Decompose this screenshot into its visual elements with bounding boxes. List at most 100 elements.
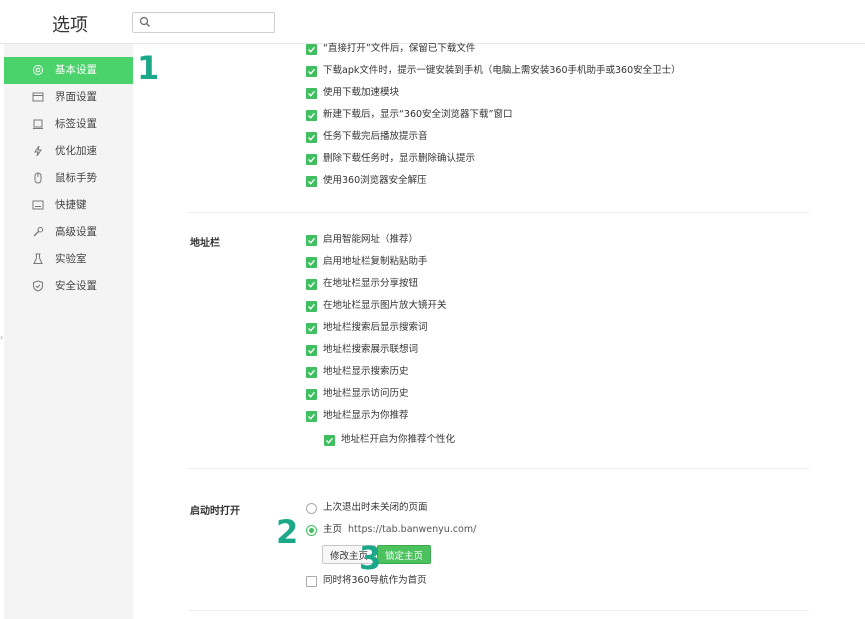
checkbox[interactable] — [306, 344, 317, 356]
sidebar-item-tab-settings[interactable]: 标签设置 — [4, 111, 133, 138]
tab-icon — [33, 119, 43, 129]
download-option-safe-unzip[interactable]: 使用360浏览器安全解压 — [306, 174, 427, 188]
option-label: 主页 — [323, 524, 343, 535]
checkbox[interactable] — [306, 109, 317, 121]
page-title: 选项 — [52, 15, 88, 36]
checkbox[interactable] — [306, 388, 317, 400]
option-label: 地址栏显示访问历史 — [323, 388, 409, 399]
option-label: 地址栏搜索展示联想词 — [323, 344, 419, 355]
search-icon — [139, 16, 150, 27]
checkbox[interactable] — [306, 575, 317, 587]
address-option-visit-history[interactable]: 地址栏显示访问历史 — [306, 387, 409, 401]
homepage-url: https://tab.banwenyu.com/ — [348, 524, 477, 535]
search-input[interactable] — [155, 14, 271, 31]
address-option-copy-paste[interactable]: 启用地址栏复制粘贴助手 — [306, 255, 428, 269]
sidebar-item-security[interactable]: 安全设置 — [4, 273, 133, 300]
mouse-icon — [34, 172, 42, 184]
option-label: 地址栏显示为你推荐 — [323, 410, 409, 421]
checkbox[interactable] — [306, 300, 317, 312]
address-option-magnifier[interactable]: 在地址栏显示图片放大镜开关 — [306, 299, 447, 313]
sidebar-item-label: 基本设置 — [55, 64, 97, 76]
option-label: 在地址栏显示分享按钮 — [323, 278, 419, 289]
address-option-search-term[interactable]: 地址栏搜索后显示搜索词 — [306, 321, 428, 335]
sidebar-item-label: 安全设置 — [55, 280, 97, 292]
gear-icon — [33, 65, 43, 75]
address-option-recommend-personalized[interactable]: 地址栏开启为你推荐个性化 — [324, 433, 455, 447]
checkbox[interactable] — [306, 410, 317, 422]
checkbox[interactable] — [306, 153, 317, 165]
sidebar-item-label: 快捷键 — [55, 199, 87, 211]
checkbox[interactable] — [306, 366, 317, 378]
sidebar-item-advanced[interactable]: 高级设置 — [4, 219, 133, 246]
checkbox[interactable] — [306, 175, 317, 187]
option-label: 删除下载任务时，显示删除确认提示 — [323, 153, 476, 164]
checkbox[interactable] — [306, 256, 317, 268]
option-label: 地址栏搜索后显示搜索词 — [323, 322, 428, 333]
checkbox[interactable] — [324, 434, 335, 446]
download-option-keep-file[interactable]: “直接打开”文件后，保留已下载文件 — [306, 42, 475, 56]
settings-content: “直接打开”文件后，保留已下载文件 下载apk文件时，提示一键安装到手机（电脑上… — [133, 42, 865, 619]
sidebar-item-basic-settings[interactable]: 基本设置 — [4, 57, 133, 84]
section-divider — [189, 212, 809, 213]
option-label: 使用下载加速模块 — [323, 87, 400, 98]
address-option-suggestions[interactable]: 地址栏搜索展示联想词 — [306, 343, 418, 357]
download-option-show-window[interactable]: 新建下载后，显示“360安全浏览器下载”窗口 — [306, 108, 512, 122]
download-option-accelerate[interactable]: 使用下载加速模块 — [306, 86, 399, 100]
section-title-startup: 启动时打开 — [190, 506, 240, 517]
sidebar: 基本设置 界面设置 标签设置 优化加速 鼠标手势 快捷键 高级设置 实验室 安全… — [4, 44, 133, 619]
sidebar-item-label: 实验室 — [55, 253, 87, 265]
keyboard-icon — [32, 200, 44, 210]
option-label: 地址栏显示搜索历史 — [323, 366, 409, 377]
download-option-apk-install[interactable]: 下载apk文件时，提示一键安装到手机（电脑上需安装360手机助手或360安全卫士… — [306, 64, 681, 78]
sidebar-item-optimize[interactable]: 优化加速 — [4, 138, 133, 165]
wrench-icon — [33, 226, 44, 237]
option-label: 使用360浏览器安全解压 — [323, 175, 427, 186]
option-label: “直接打开”文件后，保留已下载文件 — [323, 43, 476, 54]
option-label: 在地址栏显示图片放大镜开关 — [323, 300, 447, 311]
option-label: 地址栏开启为你推荐个性化 — [341, 434, 456, 445]
download-option-sound[interactable]: 任务下载完后播放提示音 — [306, 130, 428, 144]
checkbox[interactable] — [306, 87, 317, 99]
address-option-recommend[interactable]: 地址栏显示为你推荐 — [306, 409, 409, 423]
address-option-smart-url[interactable]: 启用智能网址（推荐） — [306, 233, 418, 247]
section-divider — [189, 468, 809, 469]
sidebar-item-mouse-gestures[interactable]: 鼠标手势 — [4, 165, 133, 192]
sidebar-item-label: 优化加速 — [55, 145, 97, 157]
annotation-marker-3: 3 — [359, 539, 382, 577]
checkbox[interactable] — [306, 131, 317, 143]
search-box[interactable] — [132, 12, 275, 33]
annotation-marker-2: 2 — [276, 513, 299, 551]
startup-radio-homepage[interactable]: 主页 https://tab.banwenyu.com/ — [306, 523, 476, 537]
address-option-share-button[interactable]: 在地址栏显示分享按钮 — [306, 277, 418, 291]
checkbox[interactable] — [306, 43, 317, 55]
option-label: 下载apk文件时，提示一键安装到手机（电脑上需安装360手机助手或360安全卫士… — [323, 65, 681, 76]
sidebar-item-label: 高级设置 — [55, 226, 97, 238]
shield-icon — [33, 280, 43, 292]
option-label: 启用地址栏复制粘贴助手 — [323, 256, 428, 267]
radio-button[interactable] — [306, 502, 317, 514]
checkbox[interactable] — [306, 234, 317, 246]
checkbox[interactable] — [306, 278, 317, 290]
lightning-icon — [34, 145, 42, 157]
section-title-address-bar: 地址栏 — [190, 238, 220, 249]
header-bar: 选项 — [0, 0, 865, 44]
sidebar-item-ui-settings[interactable]: 界面设置 — [4, 84, 133, 111]
window-icon — [32, 92, 44, 102]
sidebar-item-lab[interactable]: 实验室 — [4, 246, 133, 273]
checkbox[interactable] — [306, 65, 317, 77]
option-label: 新建下载后，显示“360安全浏览器下载”窗口 — [323, 109, 513, 120]
lock-homepage-button[interactable]: 锁定主页 — [377, 545, 431, 564]
startup-radio-last-session[interactable]: 上次退出时未关闭的页面 — [306, 501, 428, 515]
download-option-delete-confirm[interactable]: 删除下载任务时，显示删除确认提示 — [306, 152, 475, 166]
flask-icon — [33, 253, 43, 264]
checkbox[interactable] — [306, 322, 317, 334]
section-divider — [189, 610, 809, 611]
sidebar-item-label: 界面设置 — [55, 91, 97, 103]
address-option-search-history[interactable]: 地址栏显示搜索历史 — [306, 365, 409, 379]
annotation-marker-1: 1 — [137, 49, 160, 87]
option-label: 任务下载完后播放提示音 — [323, 131, 428, 142]
sidebar-item-label: 标签设置 — [55, 118, 97, 130]
radio-button[interactable] — [306, 524, 317, 536]
option-label: 上次退出时未关闭的页面 — [323, 502, 428, 513]
sidebar-item-shortcuts[interactable]: 快捷键 — [4, 192, 133, 219]
